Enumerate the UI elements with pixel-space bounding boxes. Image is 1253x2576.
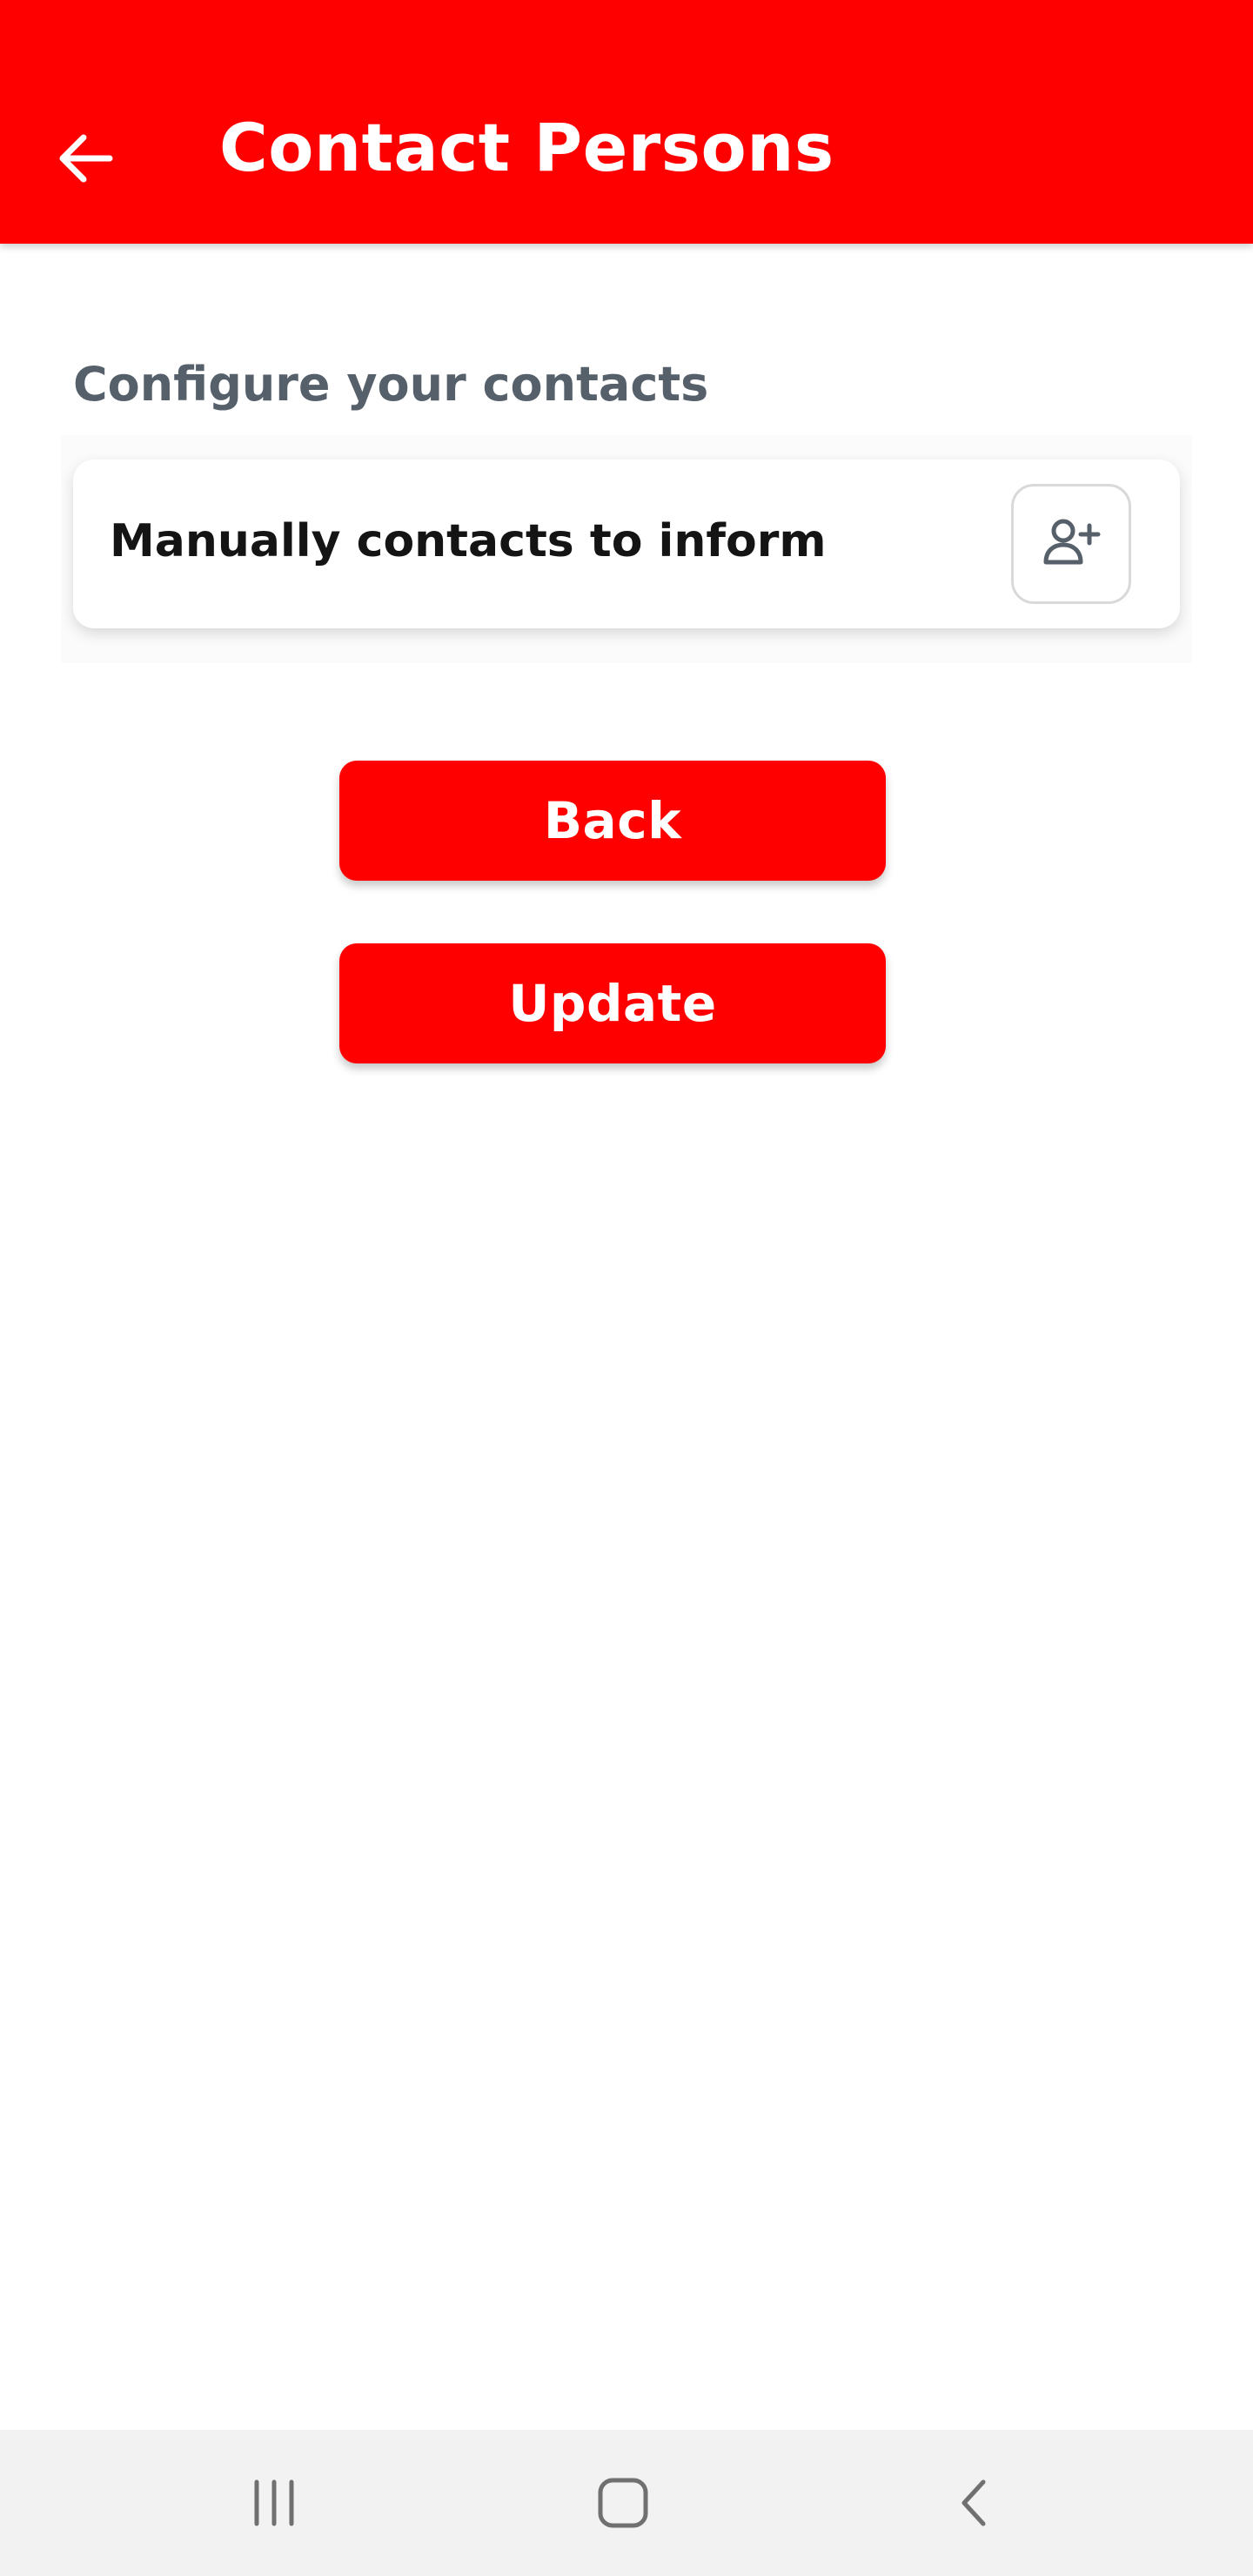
manual-contacts-label: Manually contacts to inform — [110, 515, 827, 567]
recents-icon[interactable] — [213, 2430, 335, 2576]
home-icon[interactable] — [562, 2430, 684, 2576]
page-title: Contact Persons — [219, 109, 834, 186]
arrow-left-icon[interactable] — [49, 122, 122, 195]
manual-contacts-card[interactable]: Manually contacts to inform — [73, 460, 1180, 628]
update-button[interactable]: Update — [339, 943, 886, 1063]
add-contact-button[interactable] — [1011, 484, 1131, 604]
section-label: Configure your contacts — [73, 357, 709, 412]
screen: Contact Persons Configure your contacts … — [0, 0, 1253, 2576]
system-navigation-bar — [0, 2430, 1253, 2576]
app-bar: Contact Persons — [0, 0, 1253, 244]
person-add-icon — [1041, 512, 1102, 576]
nav-back-icon[interactable] — [914, 2430, 1035, 2576]
back-button[interactable]: Back — [339, 761, 886, 881]
